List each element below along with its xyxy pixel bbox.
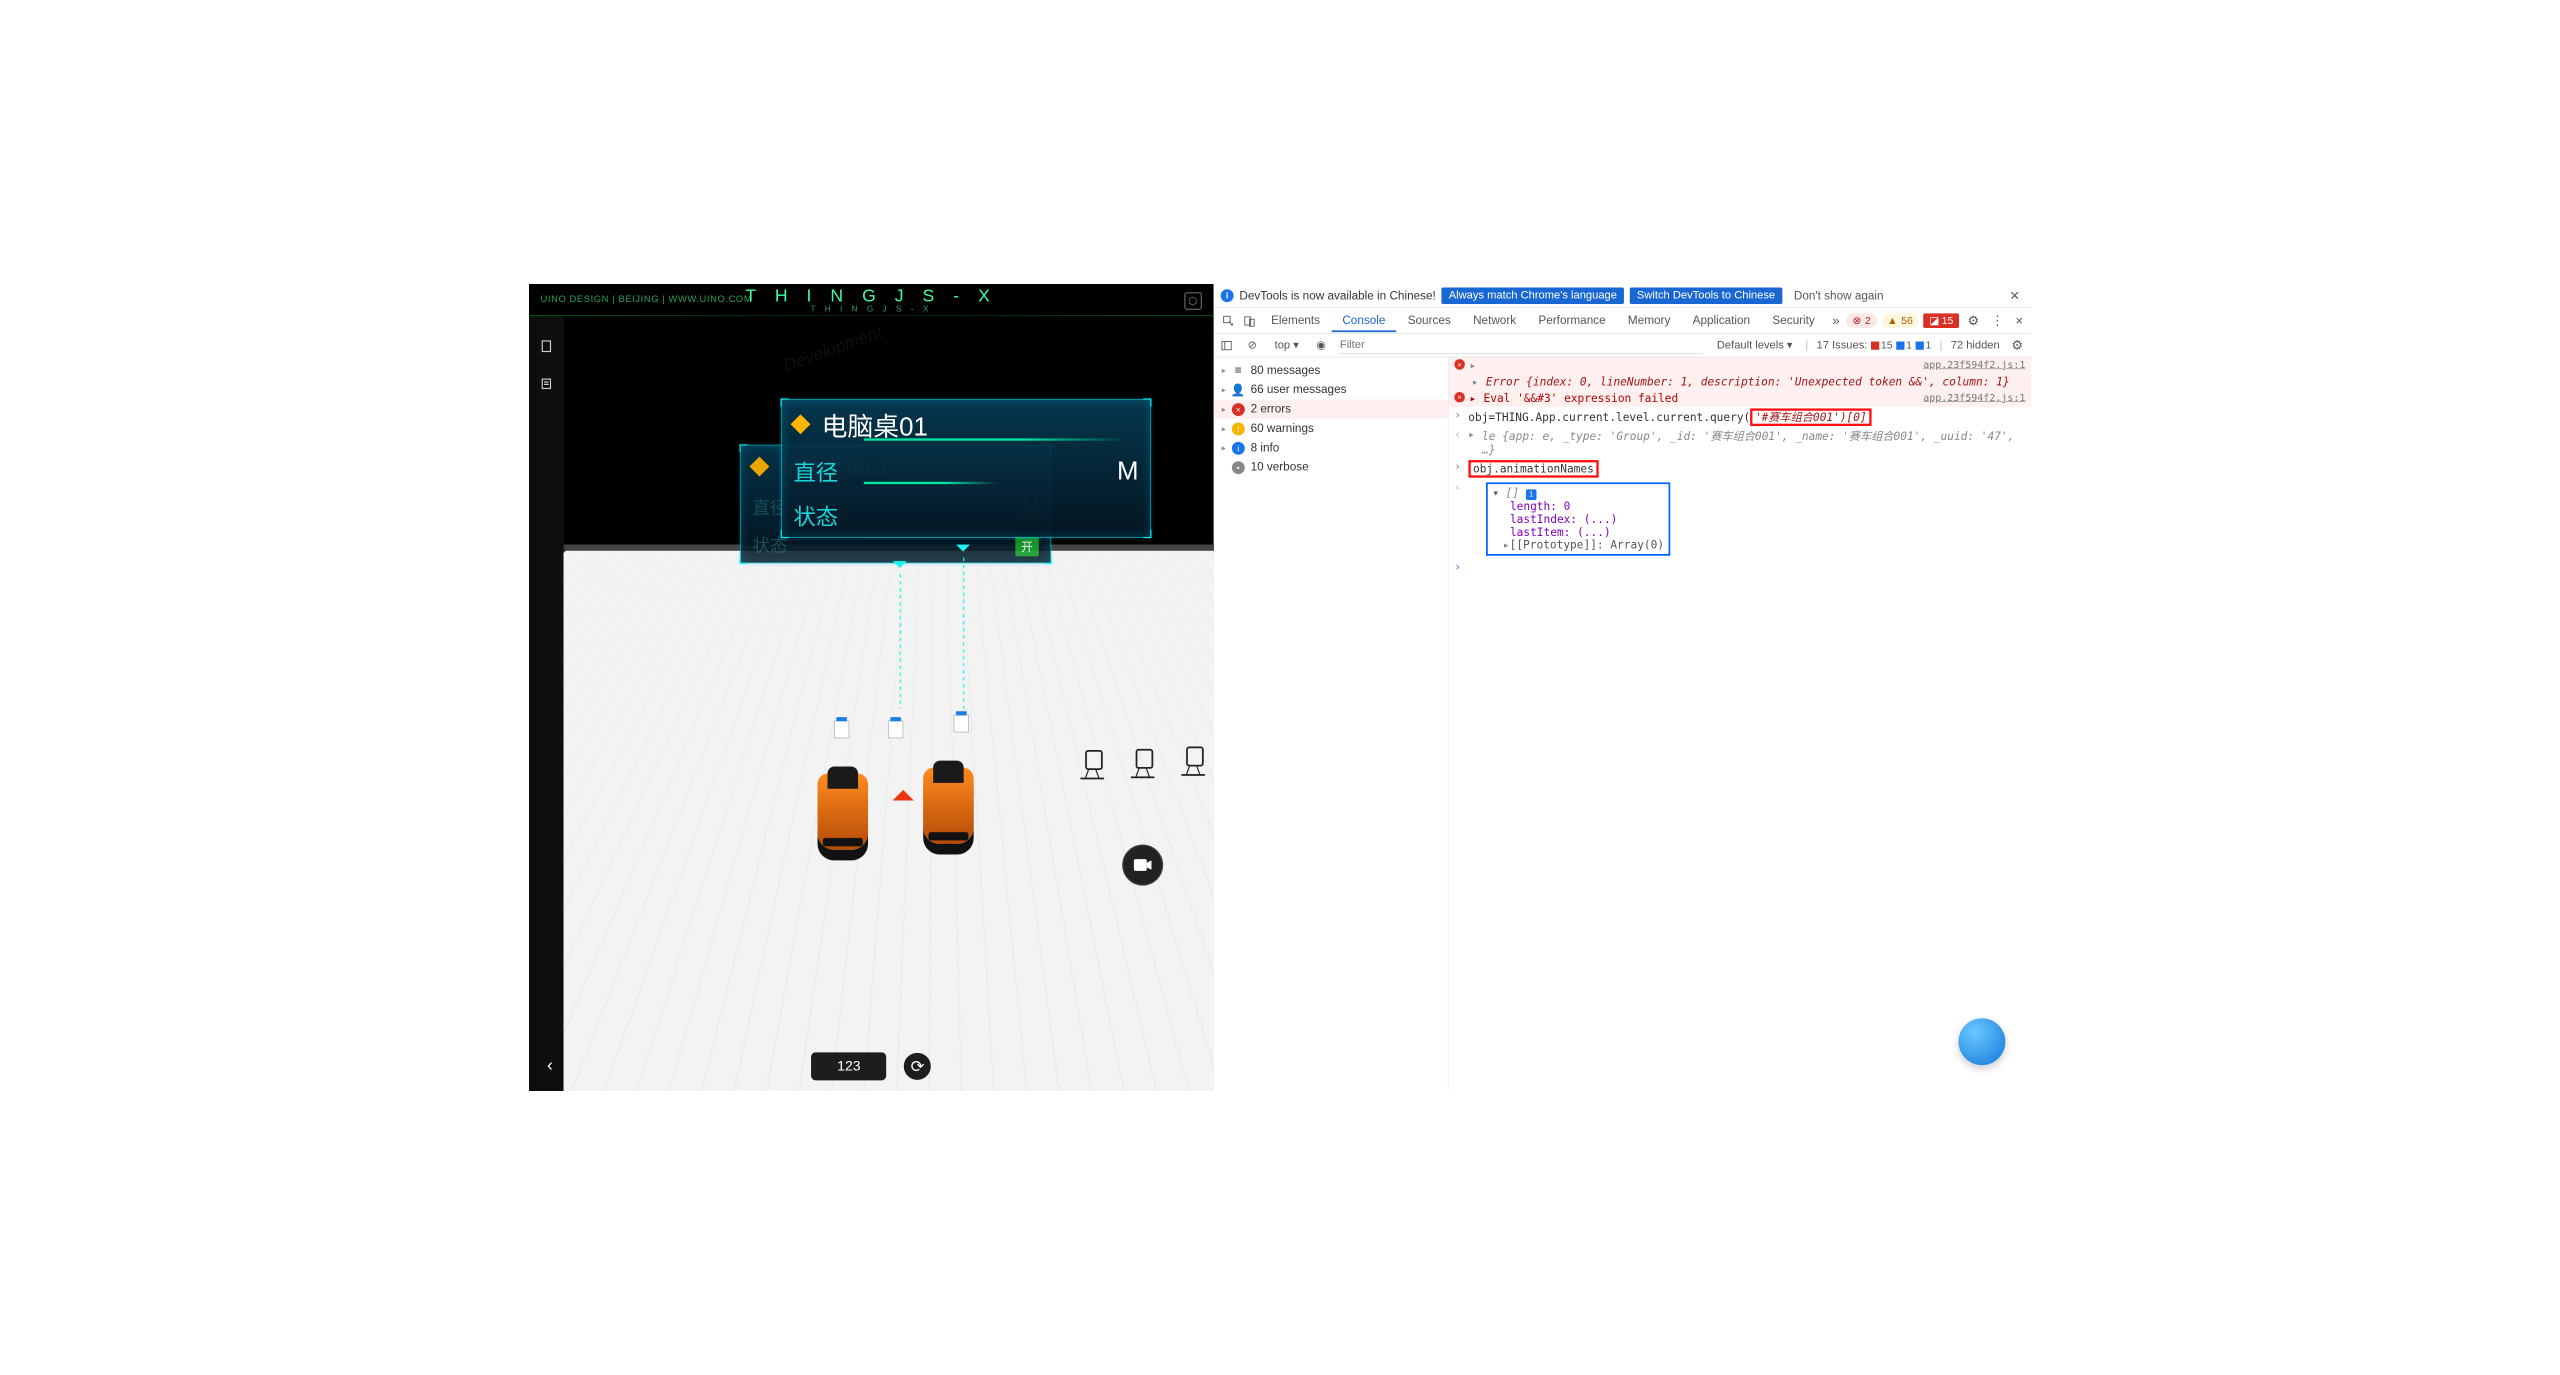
- tab-performance[interactable]: Performance: [1528, 309, 1616, 332]
- card-value: M: [1117, 456, 1139, 485]
- small-object[interactable]: [954, 715, 969, 733]
- more-tabs-icon[interactable]: »: [1826, 313, 1845, 328]
- reload-button[interactable]: ⟳: [904, 1053, 931, 1080]
- log-line[interactable]: × ▸ app.23f594f2.js:1: [1448, 357, 2031, 373]
- tab-memory[interactable]: Memory: [1617, 309, 1681, 332]
- status-badge: 开: [1015, 536, 1038, 557]
- input-pill[interactable]: 123: [811, 1052, 886, 1080]
- log-line[interactable]: × ▸ Eval '&&#3' expression failed app.23…: [1448, 390, 2031, 406]
- small-object[interactable]: [888, 721, 903, 739]
- warn-count-badge[interactable]: ▲ 56: [1881, 313, 1918, 328]
- sidebar-item-info[interactable]: ▸i8 info: [1214, 438, 1448, 457]
- floor-grid: [564, 545, 1214, 1091]
- levels-dropdown[interactable]: Default levels ▾: [1712, 337, 1797, 353]
- context-dropdown[interactable]: top ▾: [1270, 337, 1304, 353]
- sidebar-toggle-icon[interactable]: [1218, 340, 1234, 351]
- tab-elements[interactable]: Elements: [1261, 309, 1331, 332]
- info-card-big[interactable]: 电脑桌01 直径M 状态: [781, 399, 1151, 538]
- devtools-panel: i DevTools is now available in Chinese! …: [1214, 284, 2032, 1091]
- watermark: Development: [781, 322, 885, 376]
- banner-text: DevTools is now available in Chinese!: [1239, 289, 1435, 302]
- close-icon[interactable]: ×: [2005, 286, 2024, 305]
- console-sidebar: ▸≡80 messages ▸👤66 user messages ▸×2 err…: [1214, 357, 1449, 1091]
- sidebar-item-messages[interactable]: ▸≡80 messages: [1214, 361, 1448, 380]
- top-bar: UINO DESIGN | BEIJING | WWW.UINO.COM T H…: [529, 284, 1214, 316]
- bottom-bar: 123 ⟳: [811, 1052, 931, 1080]
- floating-assistant-icon[interactable]: [1958, 1018, 2005, 1065]
- tab-security[interactable]: Security: [1762, 309, 1826, 332]
- gear-icon[interactable]: ⚙: [2008, 338, 2027, 353]
- chair-model[interactable]: [1131, 749, 1154, 778]
- devtools-tabbar: Elements Console Sources Network Perform…: [1214, 308, 2032, 334]
- small-object[interactable]: [834, 721, 849, 739]
- expanded-result: ▾ [] i length: 0 lastIndex: (...) lastIt…: [1486, 482, 1671, 555]
- highlighted-expr: obj.animationNames: [1468, 460, 1598, 478]
- log-line[interactable]: ▸ Error {index: 0, lineNumber: 1, descri…: [1448, 374, 2031, 390]
- scene-panel: UINO DESIGN | BEIJING | WWW.UINO.COM T H…: [529, 284, 1214, 1091]
- banner-button-dismiss[interactable]: Don't show again: [1788, 287, 1889, 304]
- console-log[interactable]: × ▸ app.23f594f2.js:1 ▸ Error {index: 0,…: [1448, 357, 2031, 1091]
- beam-line: [963, 558, 964, 711]
- sidebar-item-verbose[interactable]: ▸•10 verbose: [1214, 458, 1448, 477]
- console-filterbar: ⊘ top ▾ ◉ Default levels ▾ | 17 Issues: …: [1214, 334, 2032, 357]
- camera-button[interactable]: [1122, 844, 1163, 885]
- eye-icon[interactable]: ◉: [1313, 339, 1329, 352]
- close-icon[interactable]: ×: [2012, 313, 2027, 328]
- chair-model[interactable]: [1181, 746, 1204, 775]
- device-icon[interactable]: [1239, 311, 1259, 331]
- tab-application[interactable]: Application: [1682, 309, 1761, 332]
- 3d-scene[interactable]: Development Development Development 组合桌椅…: [564, 316, 1214, 1091]
- devtools-banner: i DevTools is now available in Chinese! …: [1214, 284, 2032, 308]
- tab-console[interactable]: Console: [1332, 309, 1396, 332]
- input-prompt[interactable]: ›: [1448, 559, 2031, 575]
- hidden-count[interactable]: 72 hidden: [1951, 339, 2000, 352]
- brand-text: UINO DESIGN | BEIJING | WWW.UINO.COM: [541, 295, 753, 306]
- tab-sources[interactable]: Sources: [1397, 309, 1461, 332]
- card-label: 直径: [793, 455, 838, 487]
- tab-network[interactable]: Network: [1462, 309, 1526, 332]
- source-link[interactable]: app.23f594f2.js:1: [1923, 359, 2025, 371]
- sidebar-item-warnings[interactable]: ▸!60 warnings: [1214, 419, 1448, 438]
- diamond-icon: [749, 457, 769, 477]
- diamond-icon: [791, 414, 811, 434]
- back-button[interactable]: ‹: [537, 1052, 563, 1078]
- sidebar-item-user[interactable]: ▸👤66 user messages: [1214, 380, 1448, 399]
- log-line[interactable]: ‹ ▾ [] i length: 0 lastIndex: (...) last…: [1448, 479, 2031, 558]
- source-link[interactable]: app.23f594f2.js:1: [1923, 392, 2025, 404]
- left-toolbar: [529, 316, 564, 1091]
- log-line[interactable]: › obj.animationNames: [1448, 458, 2031, 479]
- banner-button-switch[interactable]: Switch DevTools to Chinese: [1630, 288, 1782, 304]
- chair-model[interactable]: [1080, 750, 1103, 779]
- car-model[interactable]: [810, 762, 875, 856]
- clear-icon[interactable]: ⊘: [1244, 339, 1260, 352]
- banner-button-match[interactable]: Always match Chrome's language: [1442, 288, 1624, 304]
- sidebar-item-errors[interactable]: ▸×2 errors: [1214, 400, 1448, 419]
- error-count-badge[interactable]: ⊗ 2: [1847, 313, 1877, 328]
- kebab-icon[interactable]: ⋮: [1987, 313, 2007, 328]
- log-line[interactable]: › obj=THING.App.current.level.current.qu…: [1448, 407, 2031, 426]
- building-icon[interactable]: [539, 339, 553, 353]
- blocked-count-badge[interactable]: ◪ 15: [1923, 313, 1959, 328]
- beam-line: [900, 574, 901, 709]
- highlighted-query: '#赛车组合001')[0]: [1750, 408, 1871, 426]
- log-line[interactable]: ‹ ▸ le {app: e, _type: 'Group', _id: '赛车…: [1448, 426, 2031, 458]
- gear-icon[interactable]: ⚙: [1964, 313, 1983, 328]
- sheet-icon[interactable]: [539, 377, 553, 391]
- settings-icon[interactable]: ⬡: [1184, 292, 1202, 310]
- card-label: 状态: [793, 499, 838, 531]
- info-icon: i: [1221, 289, 1234, 302]
- issues-summary[interactable]: 17 Issues: 15 1 1: [1817, 339, 1932, 352]
- red-arrow-icon: [893, 779, 914, 800]
- car-model[interactable]: [916, 756, 981, 850]
- filter-input[interactable]: [1339, 337, 1703, 354]
- logo: T H I N G J S - X T H I N G J S - X: [745, 286, 996, 313]
- inspect-icon[interactable]: [1218, 311, 1238, 331]
